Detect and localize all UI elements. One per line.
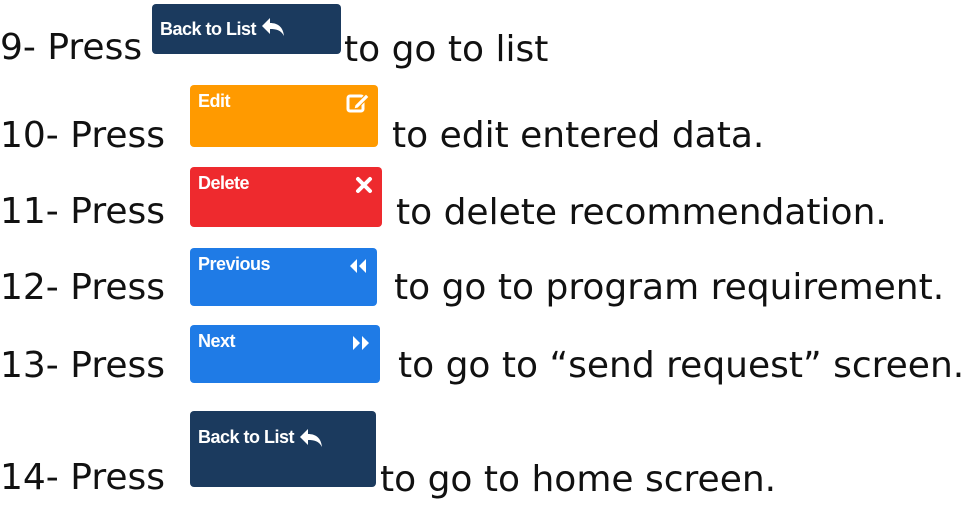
button-label: Back to List [198,427,295,447]
edit-icon [346,91,370,120]
step-prefix: 14- Press [0,457,165,498]
edit-button[interactable]: Edit [190,85,378,147]
step-suffix: to go to home screen. [380,459,777,500]
step-suffix: to go to program requirement. [394,267,945,308]
double-chevron-left-icon [347,256,369,281]
reply-arrow-icon [298,427,324,454]
button-label: Previous [198,254,271,274]
back-to-list-button[interactable]: Back to List [190,411,376,487]
step-prefix: 9- Press [0,27,143,68]
button-label: Back to List [160,18,257,39]
double-chevron-right-icon [350,333,372,358]
step-prefix: 10- Press [0,115,165,156]
delete-button[interactable]: Delete [190,167,382,227]
next-button[interactable]: Next [190,325,380,383]
step-suffix: to delete recommendation. [396,192,887,233]
close-icon [354,175,374,200]
step-suffix: to edit entered data. [392,115,765,156]
step-suffix: to go to list [344,29,549,70]
button-label: Delete [198,173,250,193]
back-to-list-button[interactable]: Back to List [152,4,341,54]
button-label: Next [198,331,236,351]
button-label: Edit [198,91,231,111]
previous-button[interactable]: Previous [190,248,377,306]
step-suffix: to go to “send request” screen. [398,345,965,386]
step-prefix: 13- Press [0,345,165,386]
step-prefix: 11- Press [0,191,165,232]
reply-arrow-icon [260,16,286,43]
step-prefix: 12- Press [0,267,165,308]
